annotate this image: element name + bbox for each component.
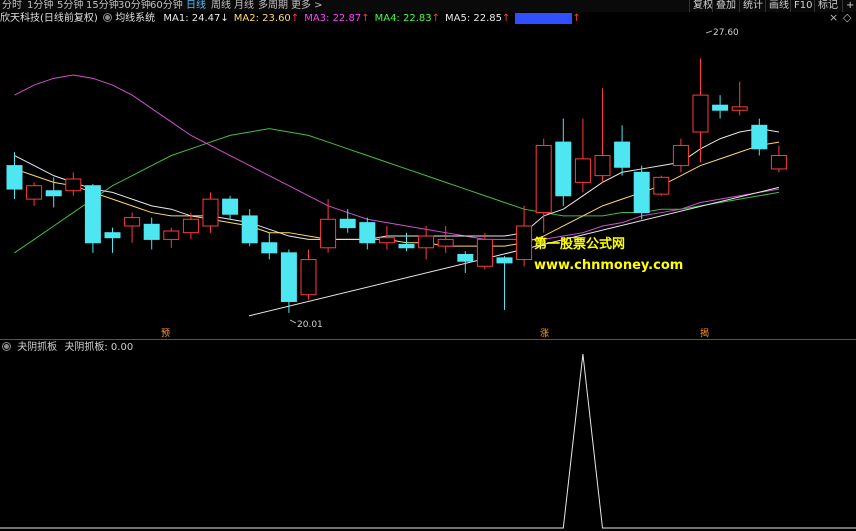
- candle-body: [300, 259, 317, 296]
- candle-body: [124, 217, 141, 227]
- candle-body: [26, 185, 43, 200]
- candle[interactable]: [65, 172, 82, 196]
- candle[interactable]: [104, 227, 121, 253]
- candle-body: [359, 222, 376, 244]
- candle-body: [672, 144, 689, 167]
- candle[interactable]: [339, 209, 356, 233]
- candles: [6, 58, 787, 313]
- candle[interactable]: [516, 205, 533, 267]
- candle[interactable]: [26, 182, 43, 206]
- candle-body: [594, 155, 611, 177]
- candle-body: [751, 124, 768, 150]
- candle-body: [84, 185, 101, 244]
- candle[interactable]: [555, 118, 572, 206]
- candle[interactable]: [535, 138, 552, 233]
- candle-body: [457, 254, 474, 262]
- candle[interactable]: [751, 118, 768, 156]
- high-label: 27.60: [713, 28, 739, 38]
- candle[interactable]: [770, 145, 787, 173]
- candle[interactable]: [378, 225, 395, 250]
- candle-body: [574, 158, 591, 183]
- candle-body: [496, 257, 513, 264]
- candle-body: [241, 215, 258, 244]
- candle[interactable]: [300, 249, 317, 300]
- candle-body: [339, 218, 356, 229]
- candle-body: [418, 235, 435, 249]
- candle-body: [653, 176, 670, 195]
- candle[interactable]: [143, 217, 160, 250]
- candle[interactable]: [163, 227, 180, 248]
- candle-body: [143, 223, 160, 240]
- candle-body: [398, 243, 415, 249]
- candle[interactable]: [241, 209, 258, 247]
- candle-body: [516, 225, 533, 261]
- candle-body: [182, 218, 199, 234]
- candle[interactable]: [437, 225, 454, 253]
- price-chart[interactable]: 27.60 20.01 预 涨 揭: [0, 0, 856, 531]
- candle-body: [261, 242, 278, 254]
- candle-body: [770, 155, 787, 170]
- candle[interactable]: [672, 138, 689, 173]
- indicator-value: 夬阴抓板: 0.00: [64, 342, 134, 353]
- low-label: 20.01: [297, 320, 323, 330]
- high-pointer: [705, 30, 713, 34]
- candle-body: [6, 165, 23, 190]
- candle-body: [378, 237, 395, 244]
- event-mark-3[interactable]: 揭: [700, 327, 709, 339]
- candle-body: [163, 230, 180, 240]
- candle[interactable]: [280, 249, 297, 313]
- candle[interactable]: [614, 125, 631, 176]
- candle-body: [731, 106, 748, 111]
- candle-body: [65, 178, 82, 192]
- watermark-title: 第一股票公式网: [534, 237, 626, 252]
- candle[interactable]: [359, 217, 376, 250]
- candle-body: [633, 171, 650, 214]
- indicator-series: [0, 353, 856, 529]
- candle-body: [104, 232, 121, 239]
- candle[interactable]: [633, 165, 650, 220]
- candle-body: [280, 252, 297, 302]
- candle[interactable]: [496, 256, 513, 310]
- indicator-line: [0, 353, 856, 529]
- candle[interactable]: [653, 175, 670, 196]
- candle-body: [202, 198, 219, 227]
- candle[interactable]: [574, 118, 591, 193]
- candle[interactable]: [202, 192, 219, 233]
- candle-body: [692, 94, 709, 133]
- candle-body: [437, 238, 454, 247]
- candle-body: [476, 238, 493, 267]
- candle-body: [535, 144, 552, 214]
- candle-body: [614, 141, 631, 168]
- candle[interactable]: [84, 184, 101, 253]
- indicator-settings-icon[interactable]: [2, 342, 11, 351]
- candle[interactable]: [45, 177, 62, 208]
- candle[interactable]: [6, 152, 23, 200]
- candle-body: [320, 218, 337, 249]
- candle[interactable]: [222, 195, 239, 220]
- candle-body: [45, 190, 62, 197]
- candle[interactable]: [261, 232, 278, 260]
- watermark-url: www.chnmoney.com: [534, 258, 684, 273]
- candle[interactable]: [124, 212, 141, 243]
- candle[interactable]: [594, 88, 611, 183]
- candle[interactable]: [712, 95, 729, 119]
- indicator-legend: 夬阴抓板 夬阴抓板: 0.00: [0, 342, 133, 354]
- ma-lines: [14, 74, 780, 317]
- indicator-name[interactable]: 夬阴抓板: [17, 342, 57, 353]
- candle[interactable]: [731, 81, 748, 116]
- low-pointer: [289, 319, 297, 324]
- candle[interactable]: [418, 225, 435, 260]
- event-mark-1[interactable]: 预: [161, 328, 170, 339]
- candle-body: [712, 104, 729, 111]
- event-mark-2[interactable]: 涨: [540, 328, 549, 339]
- candle-body: [555, 141, 572, 197]
- candle-body: [222, 198, 239, 215]
